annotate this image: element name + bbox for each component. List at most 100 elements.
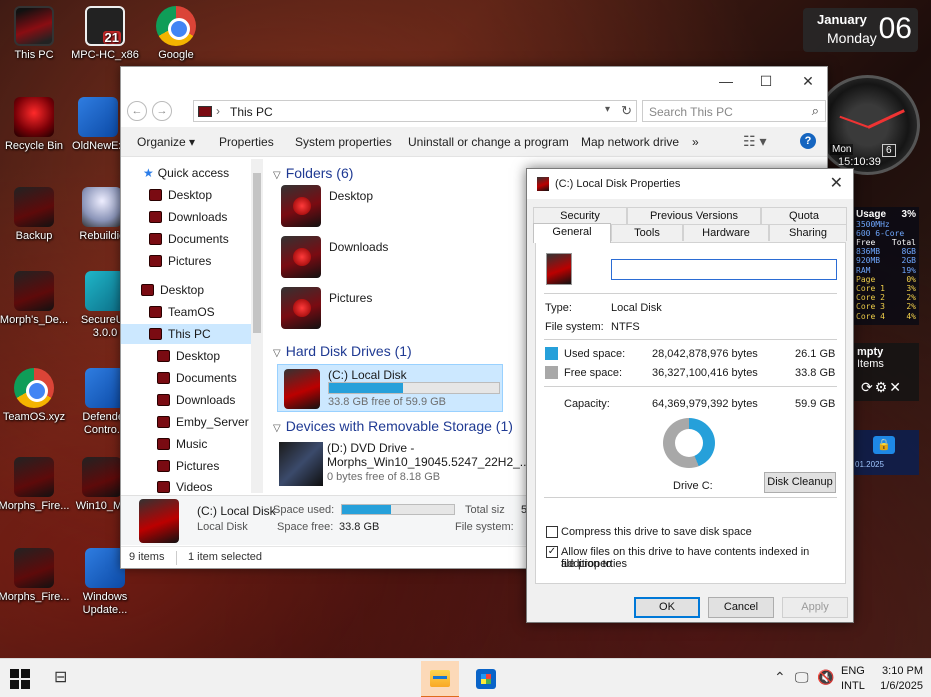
tab-security[interactable]: Security [533,207,627,224]
tab-tools[interactable]: Tools [611,224,683,241]
nav-label: Downloads [168,210,228,224]
drive-d-dvd[interactable]: (D:) DVD Drive - Morphs_Win10_19045.5247… [277,440,530,490]
nav-item-emby-server[interactable]: Emby_Server [157,412,249,432]
refresh-icon[interactable]: ↻ [621,103,632,119]
desktop-icon-backup[interactable]: Backup [0,187,70,243]
dvd-name-line2: Morphs_Win10_19045.5247_22H2_... [327,455,530,469]
refresh-icon[interactable]: ⟳ [861,379,875,395]
drive-label-input[interactable] [611,259,837,280]
nav-item-pictures[interactable]: Pictures [157,456,219,476]
desktop-icon-label: Windows Update... [82,591,128,616]
nav-label: Pictures [168,254,212,268]
network-icon[interactable]: 🖵 [795,669,809,686]
nav-item-pc-desktop[interactable]: Desktop [157,346,220,366]
properties-titlebar[interactable]: (C:) Local Disk Properties ✕ [527,169,853,199]
forward-button[interactable]: → [152,101,172,121]
properties-button[interactable]: Properties [219,135,274,149]
ok-button[interactable]: OK [634,597,700,618]
uninstall-program-button[interactable]: Uninstall or change a program [408,135,569,149]
usage-row-label: Core 3 [856,302,885,312]
more-commands-button[interactable]: » [692,135,699,149]
desktop-icon-label: This PC [14,49,54,61]
desktop-icon-morphs-fire-1[interactable]: Morphs_Fire... [0,457,70,513]
close-icon[interactable]: ✕ [889,379,903,395]
group-removable-storage[interactable]: ▽ Devices with Removable Storage (1) [273,418,513,434]
nav-item-desktop[interactable]: Desktop [141,280,204,300]
nav-item-downloads-pinned[interactable]: Downloads★ [149,207,263,227]
tab-hardware[interactable]: Hardware [683,224,769,241]
chevron-up-icon[interactable]: ⌃ [774,669,786,686]
minimize-button[interactable]: — [711,71,741,91]
cancel-button[interactable]: Cancel [708,597,774,618]
organize-button[interactable]: Organize ▾ [137,135,195,149]
tab-sharing[interactable]: Sharing [769,224,847,241]
start-button[interactable] [10,669,30,689]
map-network-drive-button[interactable]: Map network drive [581,135,679,149]
system-properties-button[interactable]: System properties [295,135,392,149]
view-options-icon[interactable]: ☷ ▾ [743,133,766,150]
folder-desktop[interactable]: Desktop [277,183,487,231]
apply-button[interactable]: Apply [782,597,848,618]
drive-c-local-disk[interactable]: (C:) Local Disk 33.8 GB free of 59.9 GB [277,364,503,412]
search-input[interactable]: Search This PC ⌕ [642,100,826,122]
index-checkbox[interactable]: ✓ [546,546,558,558]
nav-item-pictures-pinned[interactable]: Pictures★ [149,251,263,271]
user-folder-icon [149,306,162,318]
task-view-icon[interactable]: ⊟ [54,667,67,687]
nav-item-music[interactable]: Music [157,434,207,454]
nav-item-teamos[interactable]: TeamOS [149,302,215,322]
folder-name: Downloads [329,240,389,254]
nav-item-desktop-pinned[interactable]: Desktop★ [149,185,263,205]
close-icon[interactable]: ✕ [830,173,843,193]
taskbar-clock[interactable]: 3:10 PM 1/6/2025 [873,664,923,694]
hard-drive-icon [284,369,320,409]
scrollbar-thumb[interactable] [253,173,261,333]
nav-item-documents-pinned[interactable]: Documents★ [149,229,263,249]
desktop-icon-recycle-bin[interactable]: Recycle Bin [0,97,70,153]
address-bar[interactable]: › This PC ▾ ↻ [193,100,637,122]
group-header-label: Hard Disk Drives (1) [285,343,412,359]
close-button[interactable]: ✕ [793,71,823,91]
nav-item-this-pc[interactable]: This PC [121,324,251,344]
gear-icon[interactable]: ⚙ [875,379,890,395]
nav-item-pc-documents[interactable]: Documents [157,368,237,388]
free-space-label: Free space: [564,367,623,379]
desktop-icon-morphs-desktop[interactable]: Morph's_De... [0,271,70,327]
nav-quick-access[interactable]: ★ Quick access [143,163,229,183]
desktop-icon-this-pc[interactable]: This PC [0,6,70,62]
chevron-down-icon[interactable]: ▾ [605,104,610,115]
nav-scrollbar[interactable] [251,159,263,493]
volume-muted-icon[interactable]: 🔇 [817,669,834,686]
explorer-titlebar[interactable]: — ☐ ✕ [121,67,827,97]
maximize-button[interactable]: ☐ [751,71,781,91]
gauge-needle [867,109,905,129]
desktop-icon-google[interactable]: Google [140,6,212,62]
tab-previous-versions[interactable]: Previous Versions [627,207,761,224]
nav-item-videos[interactable]: Videos [157,477,212,494]
group-folders[interactable]: ▽ Folders (6) [273,165,353,181]
disk-cleanup-button[interactable]: Disk Cleanup [764,472,836,493]
desktop-icon-mpc-hc[interactable]: MPC-HC_x86 [69,6,141,62]
desktop-icon-morphs-fire-2[interactable]: Morphs_Fire... [0,548,70,604]
desktop-icon-label: Backup [15,230,53,242]
compress-checkbox[interactable] [546,526,558,538]
help-icon[interactable]: ? [800,133,816,149]
language-indicator[interactable]: ENG INTL [841,664,865,694]
nav-item-pc-downloads[interactable]: Downloads [157,390,235,410]
back-button[interactable]: ← [127,101,147,121]
tab-general[interactable]: General [533,223,611,243]
folder-icon [281,185,321,227]
address-row: ← → › This PC ▾ ↻ Search This PC ⌕ [121,98,827,124]
taskbar-store[interactable] [467,661,505,697]
folder-downloads[interactable]: Downloads [277,234,487,282]
folder-pictures[interactable]: Pictures [277,285,487,333]
group-hard-disk-drives[interactable]: ▽ Hard Disk Drives (1) [273,343,412,359]
lock-icon[interactable]: 🔒 [873,436,895,454]
folder-name: Desktop [329,189,374,203]
used-space-gb: 26.1 GB [795,348,836,360]
chevron-down-icon: ▽ [273,423,281,434]
command-bar: Organize ▾ Properties System properties … [121,127,827,157]
desktop-icon-teamos[interactable]: TeamOS.xyz [0,368,70,424]
taskbar-file-explorer[interactable] [421,661,459,697]
tab-quota[interactable]: Quota [761,207,847,224]
